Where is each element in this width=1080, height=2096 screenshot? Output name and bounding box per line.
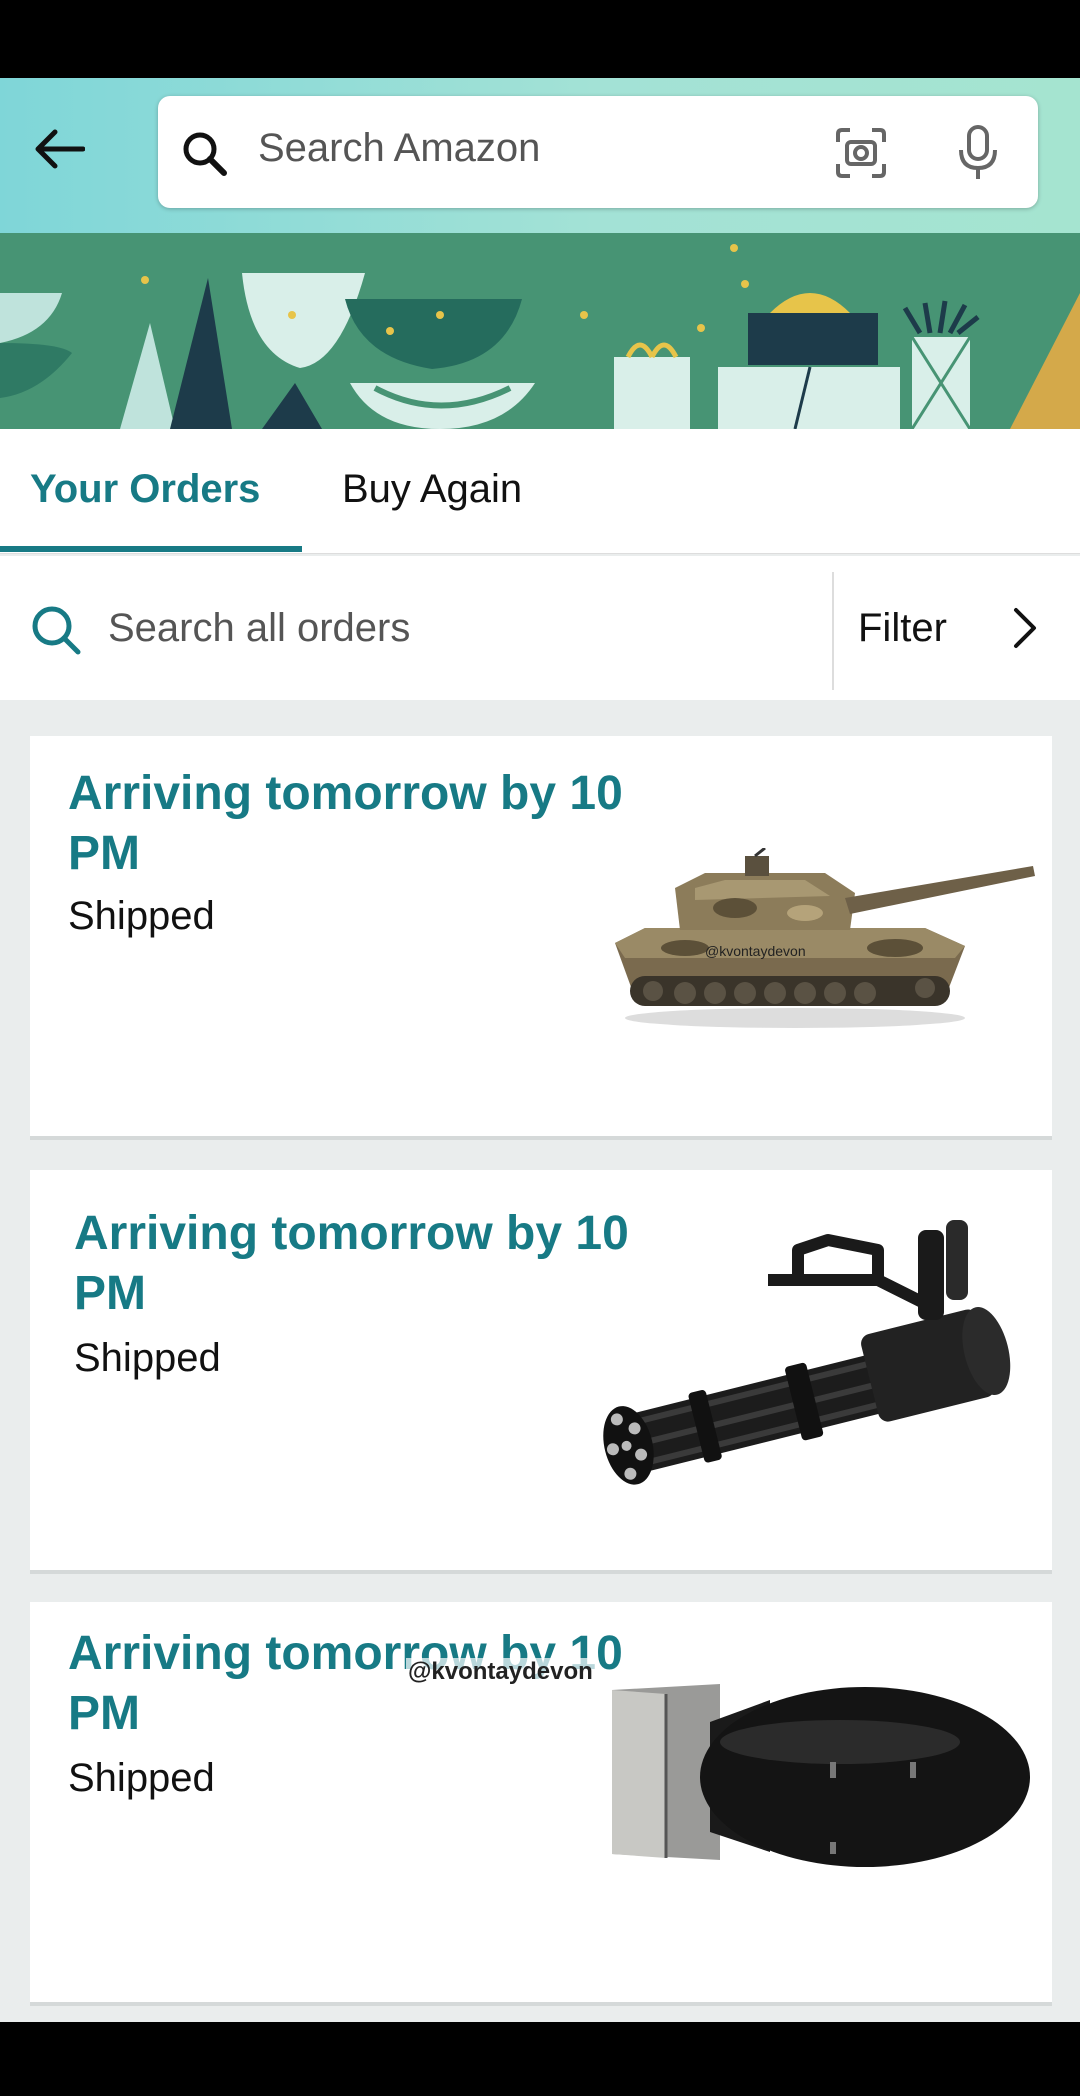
active-tab-indicator	[0, 546, 302, 552]
back-arrow-icon	[35, 129, 85, 169]
camera-search-icon[interactable]	[834, 126, 888, 180]
orders-screen: Search Amazon Your Orders Buy Again Sear…	[0, 78, 1080, 2022]
chevron-right-icon[interactable]	[1004, 604, 1044, 652]
search-icon	[32, 606, 81, 655]
search-bar[interactable]: Search Amazon	[158, 96, 1038, 208]
tank-watermark: @kvontaydevon	[705, 943, 806, 959]
tank-product-image[interactable]: @kvontaydevon	[605, 848, 1035, 1028]
bottom-black-bar	[0, 2022, 1080, 2096]
minigun-product-image[interactable]	[578, 1220, 1038, 1530]
search-filter-divider	[832, 572, 834, 690]
search-placeholder: Search Amazon	[258, 126, 541, 170]
app-header: Search Amazon	[0, 78, 1080, 233]
shipping-status: Shipped	[68, 894, 215, 938]
search-icon	[183, 132, 227, 176]
microphone-icon[interactable]	[956, 124, 1000, 182]
order-card[interactable]: Arriving tomorrow by 10 PM Shipped	[30, 736, 1052, 1140]
filter-button[interactable]: Filter	[858, 606, 947, 651]
delivery-status: Arriving tomorrow by 10 PM	[68, 767, 623, 880]
tab-buy-again[interactable]: Buy Again	[342, 467, 522, 512]
tab-your-orders[interactable]: Your Orders	[30, 467, 260, 512]
holiday-banner	[0, 233, 1080, 429]
order-card[interactable]: Arriving tomorrow by 10 PM Shipped	[30, 1170, 1052, 1574]
shipping-status: Shipped	[68, 1756, 215, 1800]
delivery-status: Arriving tomorrow by 10 PM	[74, 1207, 629, 1320]
order-search-bar: Search all orders Filter	[0, 556, 1080, 700]
bomb-watermark: @kvontaydevon	[406, 1658, 595, 1686]
bomb-product-image[interactable]	[610, 1682, 1040, 1882]
top-black-bar	[0, 0, 1080, 78]
back-button[interactable]	[28, 118, 90, 180]
banner-illustration	[0, 233, 1080, 429]
order-card[interactable]: Arriving tomorrow by 10 PM Shipped @kvon…	[30, 1602, 1052, 2006]
orders-tabs: Your Orders Buy Again	[0, 429, 1080, 554]
search-orders-input[interactable]: Search all orders	[108, 606, 410, 651]
shipping-status: Shipped	[74, 1336, 221, 1380]
